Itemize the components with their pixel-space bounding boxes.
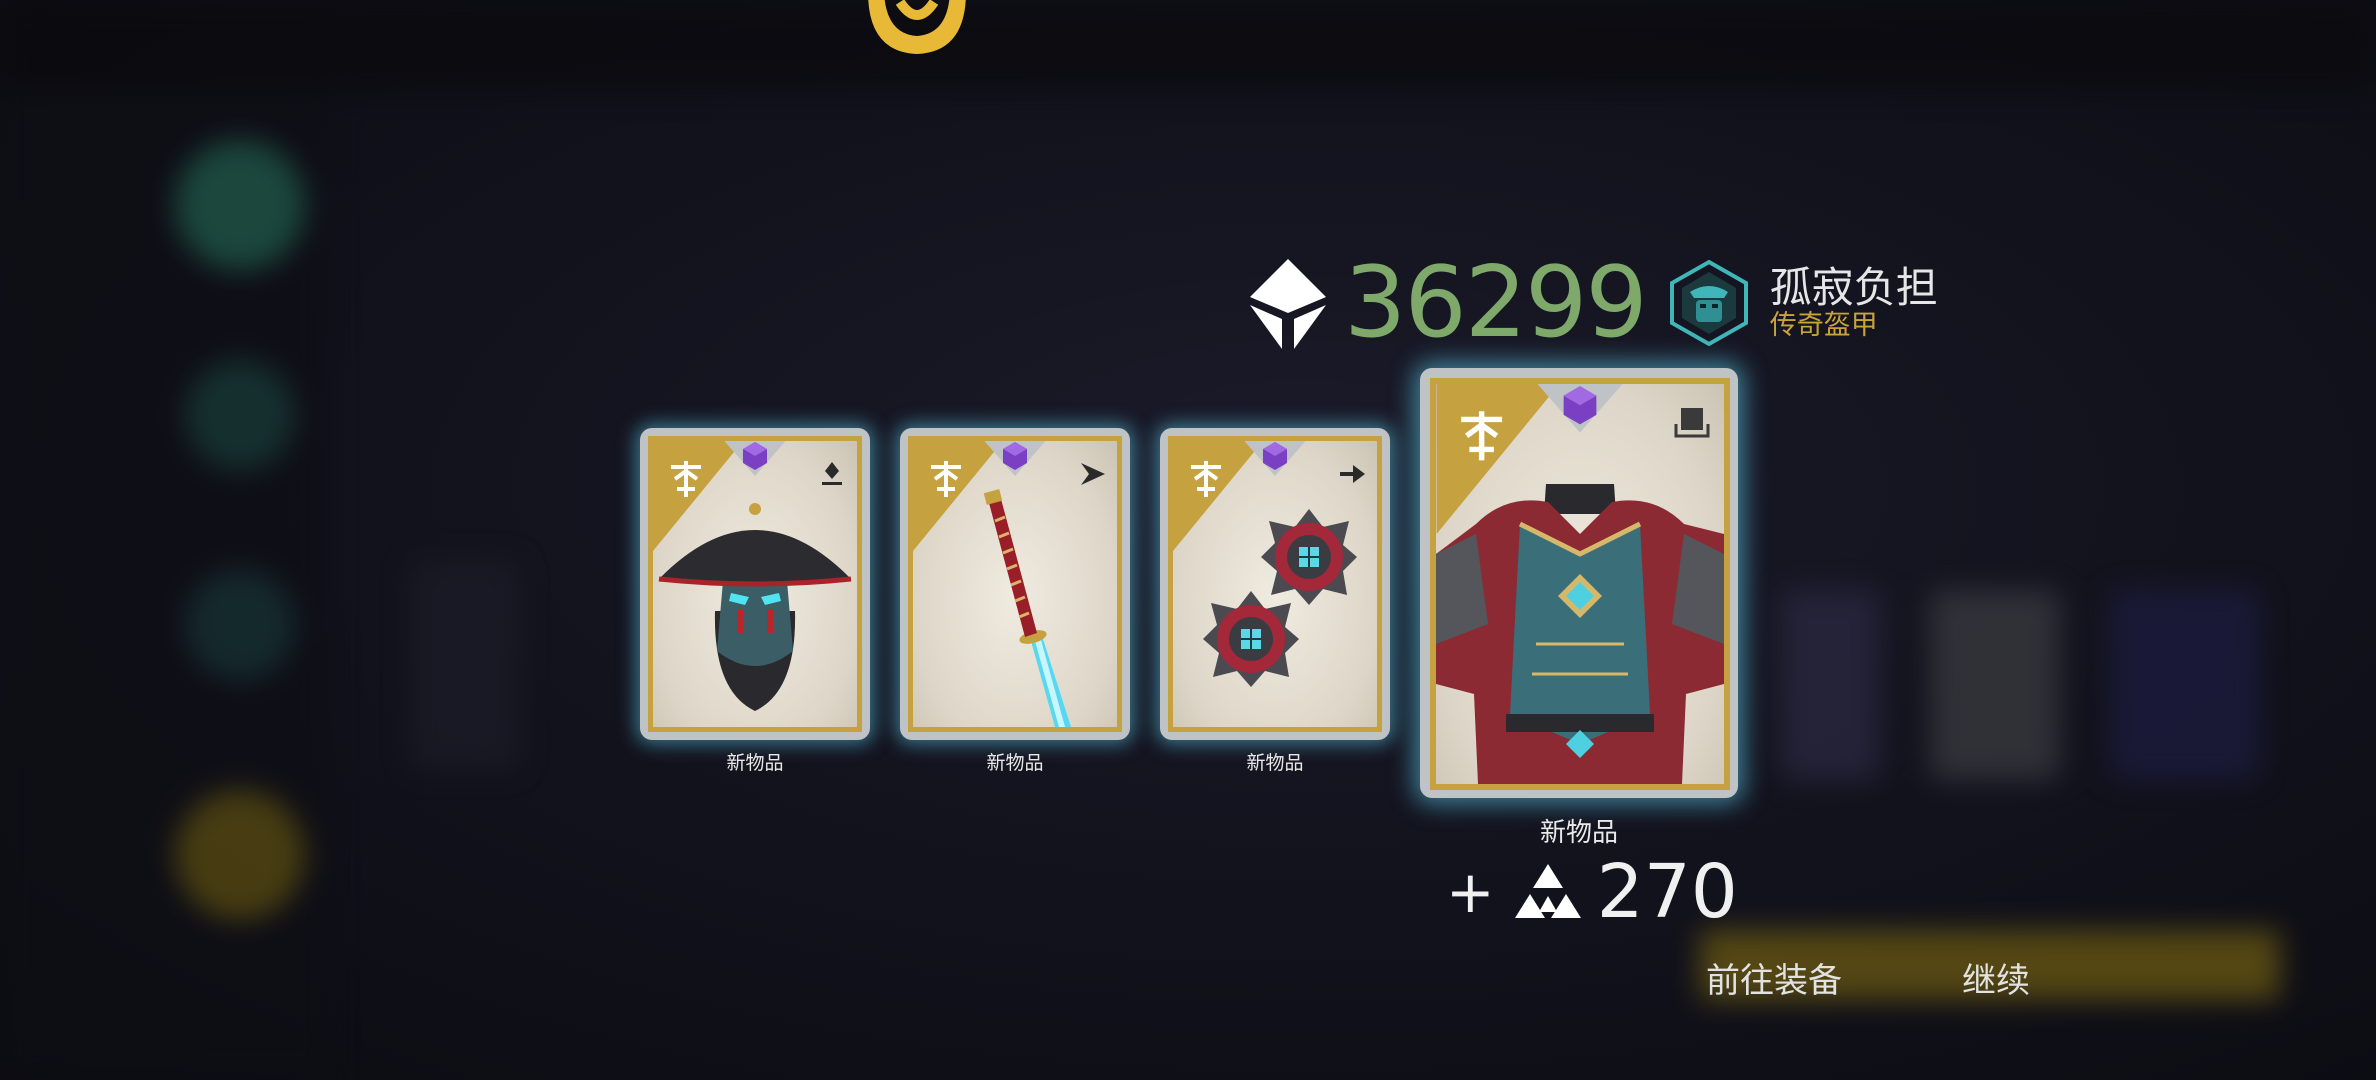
background-panel bbox=[410, 560, 520, 770]
reward-stats-header: 36299 孤寂负担 传奇盔甲 bbox=[1240, 248, 1938, 358]
background-panel bbox=[1780, 590, 1880, 780]
card-label: 新物品 bbox=[986, 752, 1044, 774]
set-name: 孤寂负担 bbox=[1769, 263, 1938, 313]
item-card-helmet[interactable]: 新物品 bbox=[640, 428, 870, 774]
card-label: 新物品 bbox=[1539, 818, 1618, 848]
purple-gem-icon bbox=[724, 441, 786, 476]
card-label: 新物品 bbox=[1246, 752, 1304, 774]
arrow-slot-icon bbox=[1340, 465, 1365, 483]
reward-screen: 36299 孤寂负担 传奇盔甲 新物品 新物品 新物品 新物品 + 270 前往… bbox=[0, 0, 2376, 1080]
continue-button[interactable]: 继续 bbox=[1962, 953, 2030, 1002]
item-card-katana[interactable]: 新物品 bbox=[900, 428, 1130, 774]
background-panel bbox=[2110, 590, 2260, 780]
dash-slot-icon bbox=[1081, 463, 1105, 485]
reward-value: 270 bbox=[1596, 849, 1738, 935]
armor-slot-icon bbox=[1674, 408, 1710, 438]
background-panel bbox=[1930, 590, 2060, 780]
item-card-armor[interactable]: 新物品 bbox=[1420, 368, 1738, 848]
card-frame bbox=[1160, 428, 1390, 740]
teal-mask-emblem-icon bbox=[1669, 259, 1748, 347]
reward-amount: + 270 bbox=[1446, 855, 1738, 929]
card-frame bbox=[1420, 368, 1738, 798]
triangle-currency-icon bbox=[1514, 864, 1581, 918]
background-top-bar bbox=[0, 0, 2376, 90]
item-card-shuriken[interactable]: 新物品 bbox=[1160, 428, 1390, 774]
card-face bbox=[648, 436, 862, 732]
set-info: 孤寂负担 传奇盔甲 bbox=[1769, 263, 1938, 342]
purple-gem-icon bbox=[1537, 384, 1623, 433]
background-orb-teal bbox=[175, 140, 305, 270]
set-rarity: 传奇盔甲 bbox=[1769, 310, 1878, 342]
diamond-currency-icon bbox=[1250, 259, 1326, 349]
card-face bbox=[908, 436, 1122, 732]
go-to-equip-button[interactable]: 前往装备 bbox=[1706, 953, 1842, 1002]
card-label: 新物品 bbox=[726, 752, 784, 774]
purple-gem-icon bbox=[1244, 441, 1306, 476]
background-orb-teal-3 bbox=[185, 570, 295, 680]
purple-gem-icon bbox=[984, 441, 1046, 476]
background-orb-teal-2 bbox=[185, 360, 295, 470]
card-frame bbox=[640, 428, 870, 740]
card-frame bbox=[900, 428, 1130, 740]
currency-amount: 36299 bbox=[1344, 246, 1648, 360]
background-orb-yellow bbox=[175, 790, 305, 920]
card-face bbox=[1168, 436, 1382, 732]
reward-prefix: + bbox=[1446, 858, 1495, 926]
helmet-slot-icon bbox=[822, 462, 842, 485]
top-gold-emblem-icon bbox=[868, 0, 966, 54]
card-face bbox=[1430, 378, 1730, 790]
